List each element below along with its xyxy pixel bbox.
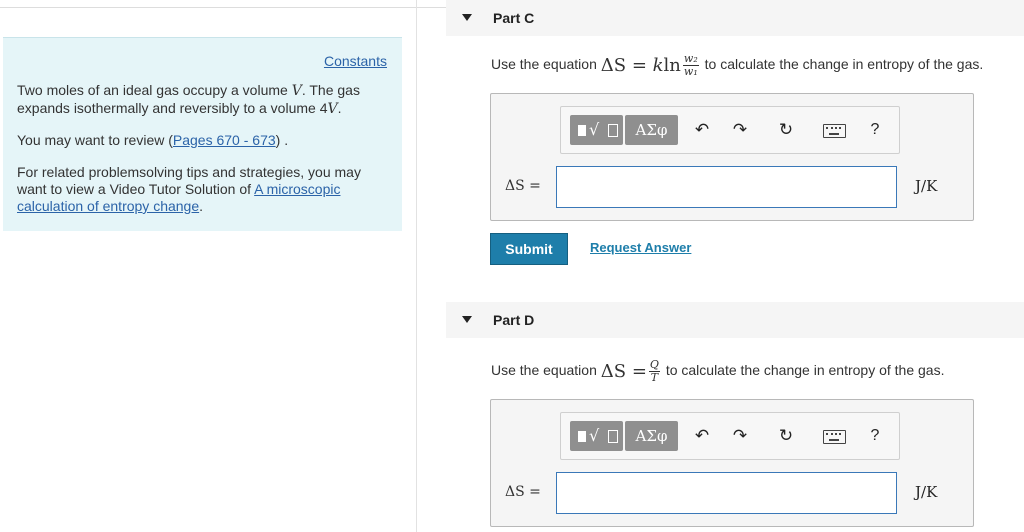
part-c-title: Part C xyxy=(493,10,535,26)
part-c-header[interactable]: Part C xyxy=(446,0,1024,36)
panel-divider xyxy=(416,0,417,532)
review-text: You may want to review (Pages 670 - 673)… xyxy=(17,132,389,149)
box-icon xyxy=(608,430,618,443)
request-answer-link[interactable]: Request Answer xyxy=(590,240,691,255)
answer-label: ΔS = xyxy=(505,178,541,194)
unit-label: J/K xyxy=(915,483,938,501)
equation: ΔS = kln xyxy=(601,55,681,76)
eq-fraction: QT xyxy=(648,359,660,384)
review-text-a: You may want to review ( xyxy=(17,132,173,148)
help-button[interactable]: ? xyxy=(864,425,886,447)
reset-icon[interactable]: ↻ xyxy=(775,119,797,141)
redo-icon[interactable]: ↷ xyxy=(729,425,751,447)
collapse-triangle-icon xyxy=(462,316,472,323)
part-d-question: Use the equation ΔS = QT to calculate th… xyxy=(491,359,945,384)
help-button[interactable]: ? xyxy=(864,119,886,141)
problem-statement-panel: Constants Two moles of an ideal gas occu… xyxy=(3,37,402,231)
volume-var: V xyxy=(291,83,302,99)
eq-equals: = xyxy=(626,55,653,76)
frac-denominator: T xyxy=(650,371,659,384)
problem-text-a: Two moles of an ideal gas occupy a volum… xyxy=(17,82,292,98)
eq-delta-s: ΔS xyxy=(600,361,627,382)
question-text-before: Use the equation xyxy=(491,56,601,73)
tips-text-b: . xyxy=(199,198,204,214)
eq-delta-s: ΔS xyxy=(600,55,627,76)
eq-ln: ln xyxy=(663,55,681,76)
undo-icon[interactable]: ↶ xyxy=(691,119,713,141)
part-d-header[interactable]: Part D xyxy=(446,302,1024,338)
part-c-answer-box: √ ΑΣφ ↶ ↷ ↻ ? ΔS = J/K xyxy=(490,93,974,221)
redo-icon[interactable]: ↷ xyxy=(729,119,751,141)
block-icon xyxy=(578,125,586,136)
question-text-after: to calculate the change in entropy of th… xyxy=(661,362,945,379)
eq-k: k xyxy=(652,55,664,76)
question-text-after: to calculate the change in entropy of th… xyxy=(700,56,984,73)
math-toolbar: √ ΑΣφ ↶ ↷ ↻ ? xyxy=(560,106,900,154)
reset-icon[interactable]: ↻ xyxy=(775,425,797,447)
undo-icon[interactable]: ↶ xyxy=(691,425,713,447)
problem-text: Two moles of an ideal gas occupy a volum… xyxy=(17,82,389,118)
radical-icon: √ xyxy=(589,426,600,445)
keyboard-icon[interactable] xyxy=(823,124,846,138)
part-c-question: Use the equation ΔS = kln w₂ w₁ to calcula… xyxy=(491,53,984,78)
constants-link[interactable]: Constants xyxy=(324,53,387,69)
part-d-answer-box: √ ΑΣφ ↶ ↷ ↻ ? ΔS = J/K xyxy=(490,399,974,527)
frac-denominator: w₁ xyxy=(683,65,698,78)
math-toolbar: √ ΑΣφ ↶ ↷ ↻ ? xyxy=(560,412,900,460)
greek-symbols-button[interactable]: ΑΣφ xyxy=(625,421,678,451)
greek-symbols-button[interactable]: ΑΣφ xyxy=(625,115,678,145)
problem-text-c: . xyxy=(337,100,342,116)
unit-label: J/K xyxy=(915,177,938,195)
templates-button[interactable]: √ xyxy=(570,421,623,451)
tips-text: For related problemsolving tips and stra… xyxy=(17,164,389,215)
submit-button[interactable]: Submit xyxy=(490,233,568,265)
question-text-before: Use the equation xyxy=(491,362,601,379)
collapse-triangle-icon xyxy=(462,14,472,21)
block-icon xyxy=(578,431,586,442)
volume-var-2: V xyxy=(327,101,338,117)
eq-fraction: w₂ w₁ xyxy=(682,53,699,78)
pages-link[interactable]: Pages 670 - 673 xyxy=(173,132,276,148)
templates-button[interactable]: √ xyxy=(570,115,623,145)
review-text-b: ) . xyxy=(275,132,289,148)
answer-label: ΔS = xyxy=(505,484,541,500)
answer-input[interactable] xyxy=(556,166,897,208)
answer-input[interactable] xyxy=(556,472,897,514)
radical-icon: √ xyxy=(589,120,600,139)
eq-equals: = xyxy=(626,361,647,382)
equation: ΔS = xyxy=(601,361,647,382)
keyboard-icon[interactable] xyxy=(823,430,846,444)
box-icon xyxy=(608,124,618,137)
part-d-title: Part D xyxy=(493,312,535,328)
